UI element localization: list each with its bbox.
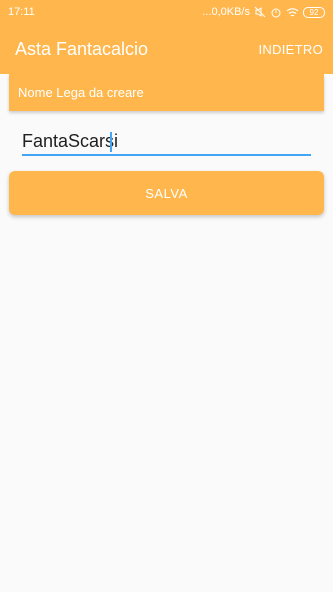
- league-name-field[interactable]: [22, 128, 311, 156]
- section-header: Nome Lega da creare: [9, 74, 324, 111]
- status-icons: ...0,0KB/s 92: [202, 6, 325, 18]
- app-title: Asta Fantacalcio: [15, 38, 149, 59]
- league-name-input[interactable]: [22, 128, 311, 154]
- status-bar: 17:11 ...0,0KB/s 92: [0, 0, 333, 24]
- status-time: 17:11: [8, 6, 35, 18]
- network-speed: ...0,0KB/s: [202, 6, 250, 18]
- save-button[interactable]: SALVA: [9, 171, 324, 215]
- wifi-icon: [286, 7, 299, 18]
- back-button[interactable]: INDIETRO: [258, 42, 323, 57]
- text-caret: [110, 132, 112, 152]
- mute-icon: [254, 6, 266, 18]
- app-bar: Asta Fantacalcio INDIETRO: [0, 24, 333, 74]
- alarm-icon: [270, 6, 282, 18]
- section-header-label: Nome Lega da creare: [18, 85, 144, 100]
- battery-icon: 92: [303, 6, 325, 18]
